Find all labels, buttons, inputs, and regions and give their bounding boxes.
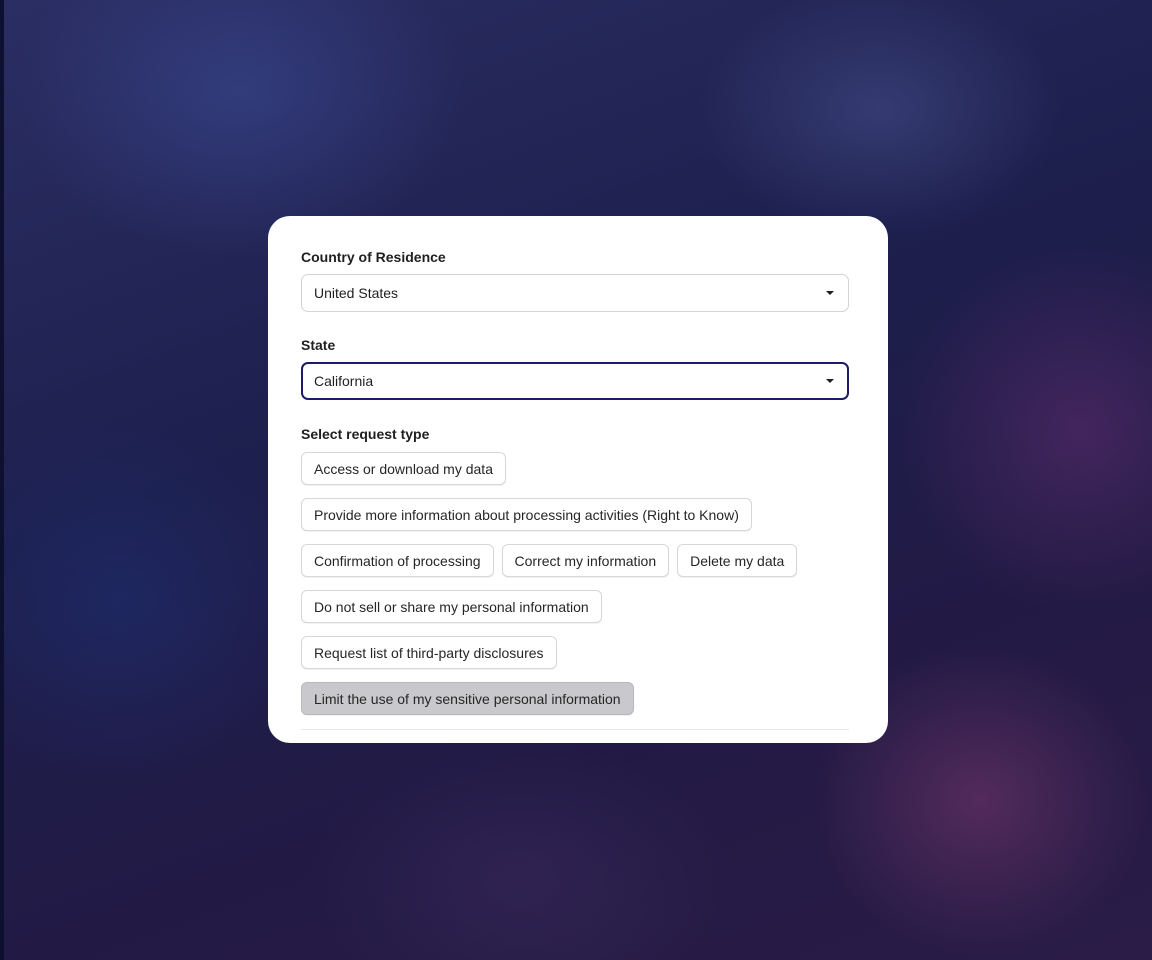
- request-type-option[interactable]: Request list of third-party disclosures: [301, 636, 557, 669]
- request-type-label: Select request type: [301, 426, 430, 442]
- state-select-value: California: [314, 373, 374, 389]
- caret-down-icon: [826, 379, 834, 383]
- country-select[interactable]: United States: [301, 274, 849, 312]
- form-divider: [301, 729, 849, 730]
- request-type-option[interactable]: Do not sell or share my personal informa…: [301, 590, 602, 623]
- request-type-option-selected[interactable]: Limit the use of my sensitive personal i…: [301, 682, 634, 715]
- request-type-option[interactable]: Access or download my data: [301, 452, 506, 485]
- request-type-row: Provide more information about processin…: [301, 498, 861, 531]
- country-label: Country of Residence: [301, 249, 446, 265]
- request-type-row: Confirmation of processing Correct my in…: [301, 544, 861, 577]
- request-type-row: Access or download my data: [301, 452, 861, 485]
- request-type-option[interactable]: Provide more information about processin…: [301, 498, 752, 531]
- request-type-row: Limit the use of my sensitive personal i…: [301, 682, 861, 715]
- request-type-row: Do not sell or share my personal informa…: [301, 590, 861, 623]
- privacy-request-form: Country of Residence United States State…: [268, 216, 888, 743]
- request-type-row: Request list of third-party disclosures: [301, 636, 861, 669]
- request-type-option[interactable]: Correct my information: [501, 544, 670, 577]
- caret-down-icon: [826, 291, 834, 295]
- state-select[interactable]: California: [301, 362, 849, 400]
- request-type-option[interactable]: Delete my data: [677, 544, 798, 577]
- state-label: State: [301, 337, 336, 353]
- window-edge: [0, 0, 4, 960]
- country-select-value: United States: [314, 285, 399, 301]
- request-type-option[interactable]: Confirmation of processing: [301, 544, 494, 577]
- request-type-options: Access or download my data Provide more …: [301, 452, 861, 728]
